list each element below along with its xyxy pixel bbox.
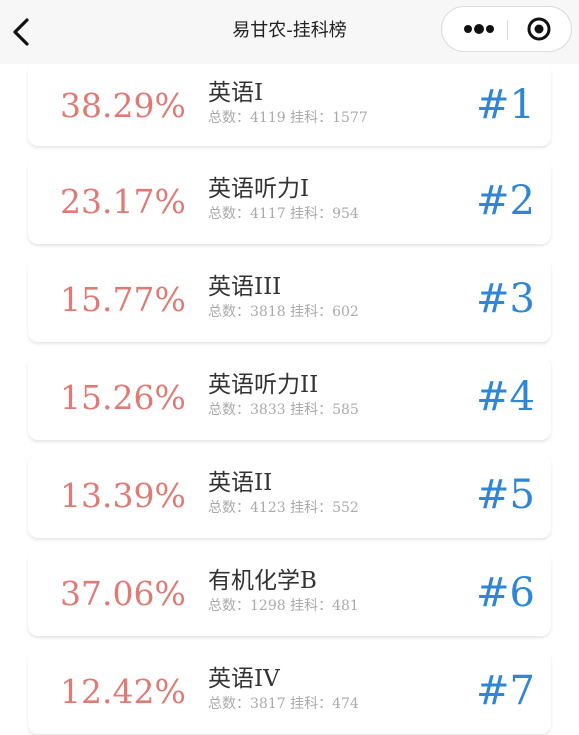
course-name: 英语听力I (208, 176, 310, 202)
rank-number: #7 (476, 668, 535, 714)
course-stats: 总数：3817 挂科：474 (208, 695, 359, 713)
failed-count: 585 (332, 402, 359, 418)
list-item[interactable]: 15.77% 英语III 总数：3818 挂科：602 #3 (28, 258, 551, 342)
fail-rate: 15.26% (60, 378, 186, 417)
course-name: 有机化学B (208, 568, 317, 594)
failed-label: 挂科： (290, 110, 333, 126)
total-label: 总数： (208, 206, 250, 222)
rank-number: #1 (476, 82, 535, 128)
failed-count: 602 (332, 304, 359, 320)
target-close-icon (516, 17, 566, 52)
course-name: 英语I (208, 80, 264, 106)
capsule-divider (507, 20, 508, 40)
total-count: 1298 (250, 598, 286, 614)
course-name: 英语听力II (208, 372, 319, 398)
failed-label: 挂科： (290, 696, 333, 712)
rank-number: #6 (476, 570, 535, 616)
failed-count: 1577 (332, 110, 368, 126)
close-button[interactable] (516, 10, 566, 48)
total-count: 3833 (250, 402, 286, 418)
list-item[interactable]: 23.17% 英语听力I 总数：4117 挂科：954 #2 (28, 160, 551, 244)
rank-number: #4 (476, 374, 535, 420)
more-dots-icon (450, 24, 502, 52)
failed-count: 954 (332, 206, 359, 222)
total-label: 总数： (208, 402, 250, 418)
failed-label: 挂科： (290, 598, 333, 614)
course-stats: 总数：4117 挂科：954 (208, 205, 359, 223)
list-item[interactable]: 37.06% 有机化学B 总数：1298 挂科：481 #6 (28, 552, 551, 636)
rank-number: #3 (476, 276, 535, 322)
total-count: 4119 (250, 110, 286, 126)
course-name: 英语IV (208, 666, 280, 692)
fail-rate: 23.17% (60, 182, 186, 221)
total-count: 4117 (250, 206, 286, 222)
total-label: 总数： (208, 110, 250, 126)
more-button[interactable] (450, 10, 502, 48)
fail-rate: 37.06% (60, 574, 186, 613)
failed-count: 481 (332, 598, 359, 614)
course-stats: 总数：4123 挂科：552 (208, 499, 359, 517)
course-name: 英语II (208, 470, 273, 496)
total-label: 总数： (208, 304, 250, 320)
total-label: 总数： (208, 500, 250, 516)
fail-rate: 15.77% (60, 280, 186, 319)
rank-number: #5 (476, 472, 535, 518)
course-stats: 总数：1298 挂科：481 (208, 597, 359, 615)
failed-label: 挂科： (290, 402, 333, 418)
fail-rate: 13.39% (60, 476, 186, 515)
list-item[interactable]: 38.29% 英语I 总数：4119 挂科：1577 #1 (28, 64, 551, 146)
list-item[interactable]: 15.26% 英语听力II 总数：3833 挂科：585 #4 (28, 356, 551, 440)
fail-rate: 12.42% (60, 672, 186, 711)
mini-program-capsule (441, 6, 572, 52)
total-label: 总数： (208, 598, 250, 614)
fail-rate: 38.29% (60, 86, 186, 125)
course-name: 英语III (208, 274, 282, 300)
course-stats: 总数：3818 挂科：602 (208, 303, 359, 321)
list-item[interactable]: 13.39% 英语II 总数：4123 挂科：552 #5 (28, 454, 551, 538)
failed-label: 挂科： (290, 500, 333, 516)
course-stats: 总数：4119 挂科：1577 (208, 109, 368, 127)
total-count: 3817 (250, 696, 286, 712)
failed-label: 挂科： (290, 304, 333, 320)
list-item[interactable]: 12.42% 英语IV 总数：3817 挂科：474 #7 (28, 650, 551, 734)
total-count: 3818 (250, 304, 286, 320)
navigation-bar: 易甘农-挂科榜 (0, 0, 579, 64)
course-stats: 总数：3833 挂科：585 (208, 401, 359, 419)
total-label: 总数： (208, 696, 250, 712)
failed-count: 474 (332, 696, 359, 712)
failed-count: 552 (332, 500, 359, 516)
rank-number: #2 (476, 178, 535, 224)
fail-rate-list: 38.29% 英语I 总数：4119 挂科：1577 #1 23.17% 英语听… (0, 64, 579, 735)
failed-label: 挂科： (290, 206, 333, 222)
total-count: 4123 (250, 500, 286, 516)
